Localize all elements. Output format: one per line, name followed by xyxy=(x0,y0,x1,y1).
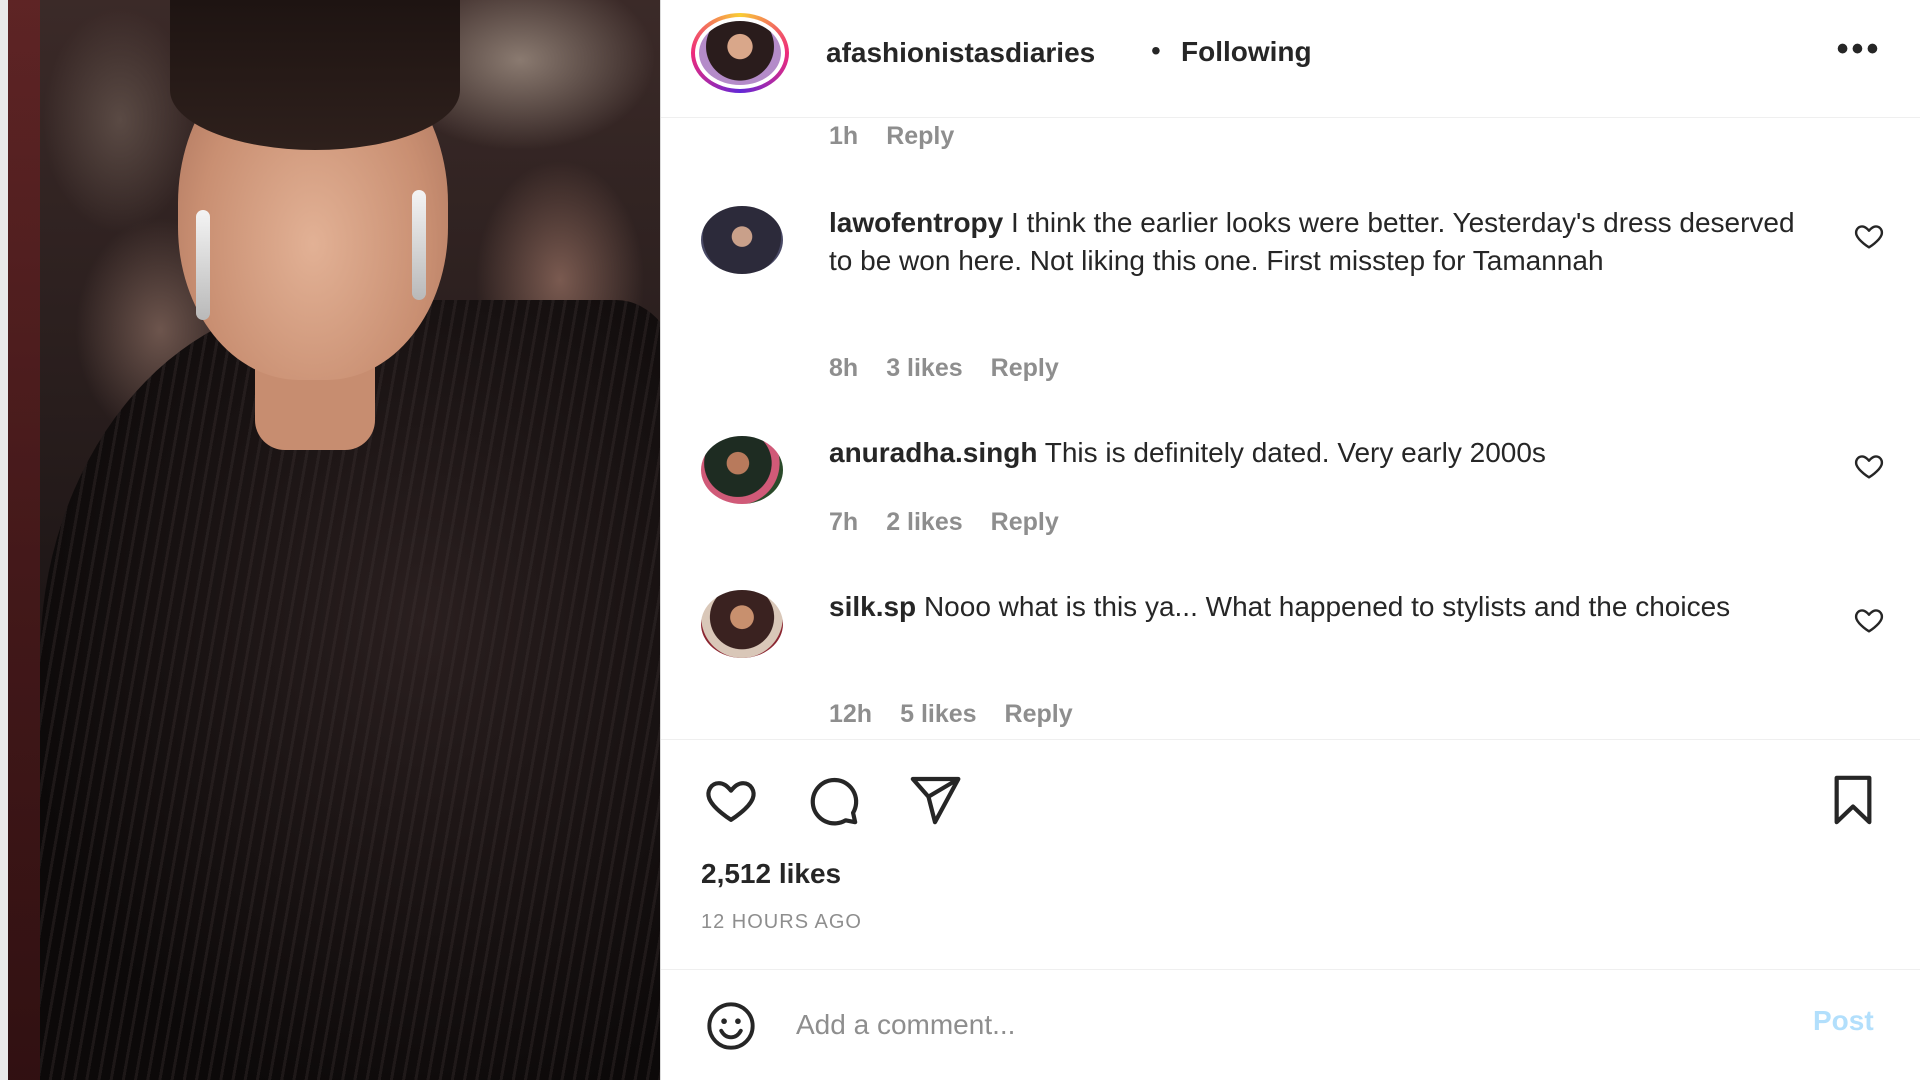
following-button[interactable]: Following xyxy=(1181,36,1312,68)
photo-earring-left xyxy=(196,210,210,320)
photo-earring-right xyxy=(412,190,426,300)
comment-text: Nooo what is this ya... What happened to… xyxy=(923,591,1731,622)
post-header: afashionistasdiaries • Following ••• xyxy=(661,0,1920,118)
comment-avatar[interactable] xyxy=(701,436,783,504)
comment-time: 8h xyxy=(829,354,859,382)
paper-plane-icon[interactable] xyxy=(903,772,967,828)
reply-link[interactable]: Reply xyxy=(1005,700,1073,728)
post-detail-panel: afashionistasdiaries • Following ••• 1h R… xyxy=(660,0,1920,1080)
comment-body: lawofentropy I think the earlier looks w… xyxy=(829,204,1799,280)
heart-icon[interactable] xyxy=(699,772,763,828)
more-options-button[interactable]: ••• xyxy=(1829,30,1889,80)
comment-likes[interactable]: 2 likes xyxy=(886,508,962,536)
comment-body: silk.sp Nooo what is this ya... What hap… xyxy=(829,588,1799,626)
comment-meta: 1h Reply xyxy=(829,122,982,151)
comment-meta: 7h 2 likes Reply xyxy=(829,508,1087,537)
comment-time: 1h xyxy=(829,122,859,150)
photo-edge xyxy=(0,0,8,1080)
comment-meta: 8h 3 likes Reply xyxy=(829,354,1087,383)
author-avatar[interactable] xyxy=(691,13,789,93)
comment-heart-icon[interactable] xyxy=(1851,604,1887,636)
avatar-image xyxy=(699,21,781,85)
comment-time: 12h xyxy=(829,700,873,728)
comment-username[interactable]: silk.sp xyxy=(829,591,916,622)
comment-meta: 12h 5 likes Reply xyxy=(829,700,1101,729)
comment-avatar[interactable] xyxy=(701,206,783,274)
photo-hair xyxy=(170,0,460,150)
avatar-inner xyxy=(695,17,785,89)
header-separator: • xyxy=(1151,35,1161,66)
comment-heart-icon[interactable] xyxy=(1851,220,1887,252)
reply-link[interactable]: Reply xyxy=(991,508,1059,536)
comment-username[interactable]: anuradha.singh xyxy=(829,437,1037,468)
comment-input[interactable] xyxy=(796,990,1756,1060)
post-image[interactable] xyxy=(0,0,660,1080)
comment-heart-icon[interactable] xyxy=(1851,450,1887,482)
comment-likes[interactable]: 5 likes xyxy=(900,700,976,728)
comment-icon[interactable] xyxy=(801,772,865,828)
reply-link[interactable]: Reply xyxy=(991,354,1059,382)
comment-time: 7h xyxy=(829,508,859,536)
comment-text: This is definitely dated. Very early 200… xyxy=(1044,437,1546,468)
comment-body: anuradha.singh This is definitely dated.… xyxy=(829,434,1799,472)
likes-count[interactable]: 2,512 likes xyxy=(701,858,841,890)
post-button[interactable]: Post xyxy=(1813,1005,1874,1037)
post-timestamp[interactable]: 12 HOURS AGO xyxy=(701,911,862,934)
comment-avatar[interactable] xyxy=(701,590,783,658)
reply-link[interactable]: Reply xyxy=(886,122,954,150)
bookmark-icon[interactable] xyxy=(1821,772,1885,828)
comment-likes[interactable]: 3 likes xyxy=(886,354,962,382)
comments-list[interactable]: 1h Reply lawofentropy I think the earlier… xyxy=(661,118,1920,740)
smiley-icon[interactable] xyxy=(701,1000,761,1052)
comment-username[interactable]: lawofentropy xyxy=(829,207,1003,238)
author-username[interactable]: afashionistasdiaries xyxy=(826,37,1095,69)
action-bar xyxy=(661,742,1920,972)
add-comment-bar: Post xyxy=(661,969,1920,1080)
